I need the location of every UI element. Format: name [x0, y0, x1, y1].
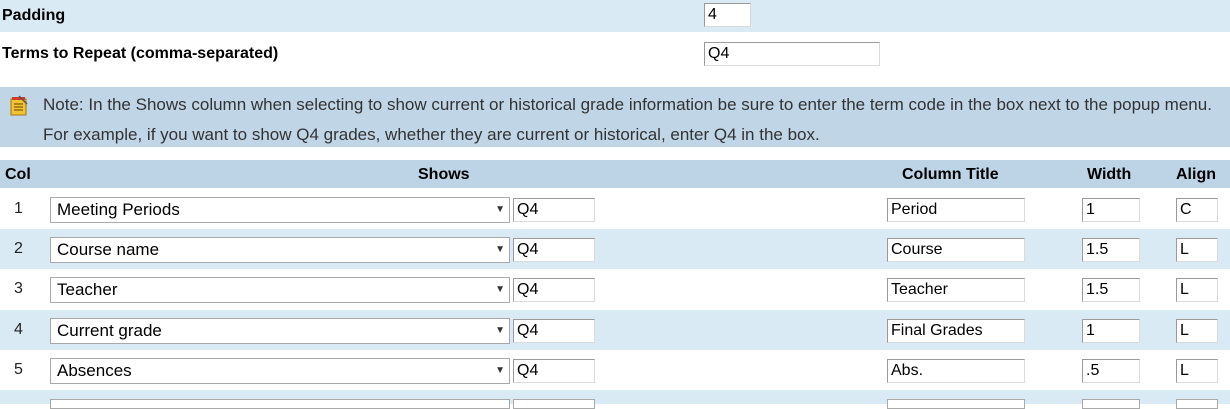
shows-select[interactable]: Course name ▼ [50, 237, 510, 263]
column-title-input[interactable] [887, 399, 1025, 409]
terms-label: Terms to Repeat (comma-separated) [2, 45, 279, 62]
note-pad-icon [8, 95, 30, 117]
header-align: Align [1176, 166, 1216, 183]
term-input[interactable] [513, 238, 595, 262]
terms-input[interactable] [704, 42, 880, 66]
table-row: 2 Course name ▼ [0, 229, 1230, 269]
align-input[interactable] [1176, 319, 1218, 343]
term-input[interactable] [513, 319, 595, 343]
shows-select-value: Absences [57, 361, 132, 380]
dropdown-arrow-icon: ▼ [495, 325, 505, 336]
align-input[interactable] [1176, 198, 1218, 222]
width-input[interactable] [1082, 278, 1140, 302]
table-row: 5 Absences ▼ [0, 350, 1230, 390]
shows-select-value: Meeting Periods [57, 200, 180, 219]
table-row: 3 Teacher ▼ [0, 269, 1230, 309]
dropdown-arrow-icon: ▼ [495, 204, 505, 215]
table-row-partial [0, 390, 1230, 409]
columns-table-header: Col Shows Column Title Width Align [0, 160, 1230, 188]
column-title-input[interactable] [887, 198, 1025, 222]
dropdown-arrow-icon: ▼ [495, 244, 505, 255]
shows-select[interactable]: Absences ▼ [50, 358, 510, 384]
width-input[interactable] [1082, 399, 1140, 409]
col-number: 3 [14, 280, 23, 297]
term-input[interactable] [513, 399, 595, 409]
shows-select[interactable]: Teacher ▼ [50, 277, 510, 303]
col-number: 5 [14, 361, 23, 378]
padding-label: Padding [2, 7, 66, 24]
shows-select-value: Teacher [57, 280, 118, 299]
column-title-input[interactable] [887, 359, 1025, 383]
width-input[interactable] [1082, 238, 1140, 262]
align-input[interactable] [1176, 238, 1218, 262]
table-row: 1 Meeting Periods ▼ [0, 189, 1230, 229]
shows-select[interactable]: Meeting Periods ▼ [50, 197, 510, 223]
col-number: 1 [14, 200, 23, 217]
shows-select-value: Course name [57, 240, 160, 259]
column-title-input[interactable] [887, 319, 1025, 343]
col-number: 4 [14, 321, 23, 338]
align-input[interactable] [1176, 399, 1218, 409]
column-title-input[interactable] [887, 278, 1025, 302]
term-input[interactable] [513, 359, 595, 383]
align-input[interactable] [1176, 278, 1218, 302]
width-input[interactable] [1082, 319, 1140, 343]
dropdown-arrow-icon: ▼ [495, 284, 505, 295]
shows-select[interactable]: Current grade ▼ [50, 318, 510, 344]
width-input[interactable] [1082, 198, 1140, 222]
term-input[interactable] [513, 278, 595, 302]
terms-setting-row: Terms to Repeat (comma-separated) [0, 32, 1230, 76]
padding-input[interactable] [704, 3, 751, 27]
note-text: Note: In the Shows column when selecting… [43, 95, 1212, 144]
column-title-input[interactable] [887, 238, 1025, 262]
dropdown-arrow-icon: ▼ [495, 365, 505, 376]
shows-select-value: Current grade [57, 321, 162, 340]
table-row: 4 Current grade ▼ [0, 310, 1230, 350]
width-input[interactable] [1082, 359, 1140, 383]
header-width: Width [1087, 166, 1132, 183]
padding-setting-row: Padding [0, 0, 1230, 32]
shows-select[interactable] [50, 399, 510, 409]
header-column-title: Column Title [902, 166, 999, 183]
note-box: Note: In the Shows column when selecting… [0, 87, 1230, 147]
header-shows: Shows [418, 166, 470, 183]
header-col: Col [5, 166, 31, 183]
col-number: 2 [14, 240, 23, 257]
align-input[interactable] [1176, 359, 1218, 383]
term-input[interactable] [513, 198, 595, 222]
